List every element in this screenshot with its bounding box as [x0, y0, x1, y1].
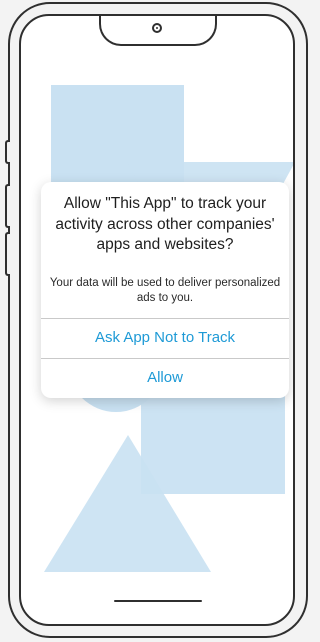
camera-icon	[152, 23, 162, 33]
side-button-top	[5, 140, 10, 164]
dialog-title: Allow "This App" to track your activity …	[55, 195, 275, 253]
dialog-message: Your data will be used to deliver person…	[49, 277, 281, 304]
home-indicator	[114, 600, 202, 602]
side-button-bottom	[5, 232, 10, 276]
side-button-middle	[5, 184, 10, 228]
phone-screen: Allow "This App" to track your activity …	[19, 14, 295, 626]
stage: Allow "This App" to track your activity …	[0, 0, 316, 642]
allow-button[interactable]: Allow	[41, 359, 289, 397]
notch	[99, 16, 217, 46]
tracking-permission-dialog: Allow "This App" to track your activity …	[41, 182, 289, 398]
ask-not-to-track-button[interactable]: Ask App Not to Track	[41, 319, 289, 357]
